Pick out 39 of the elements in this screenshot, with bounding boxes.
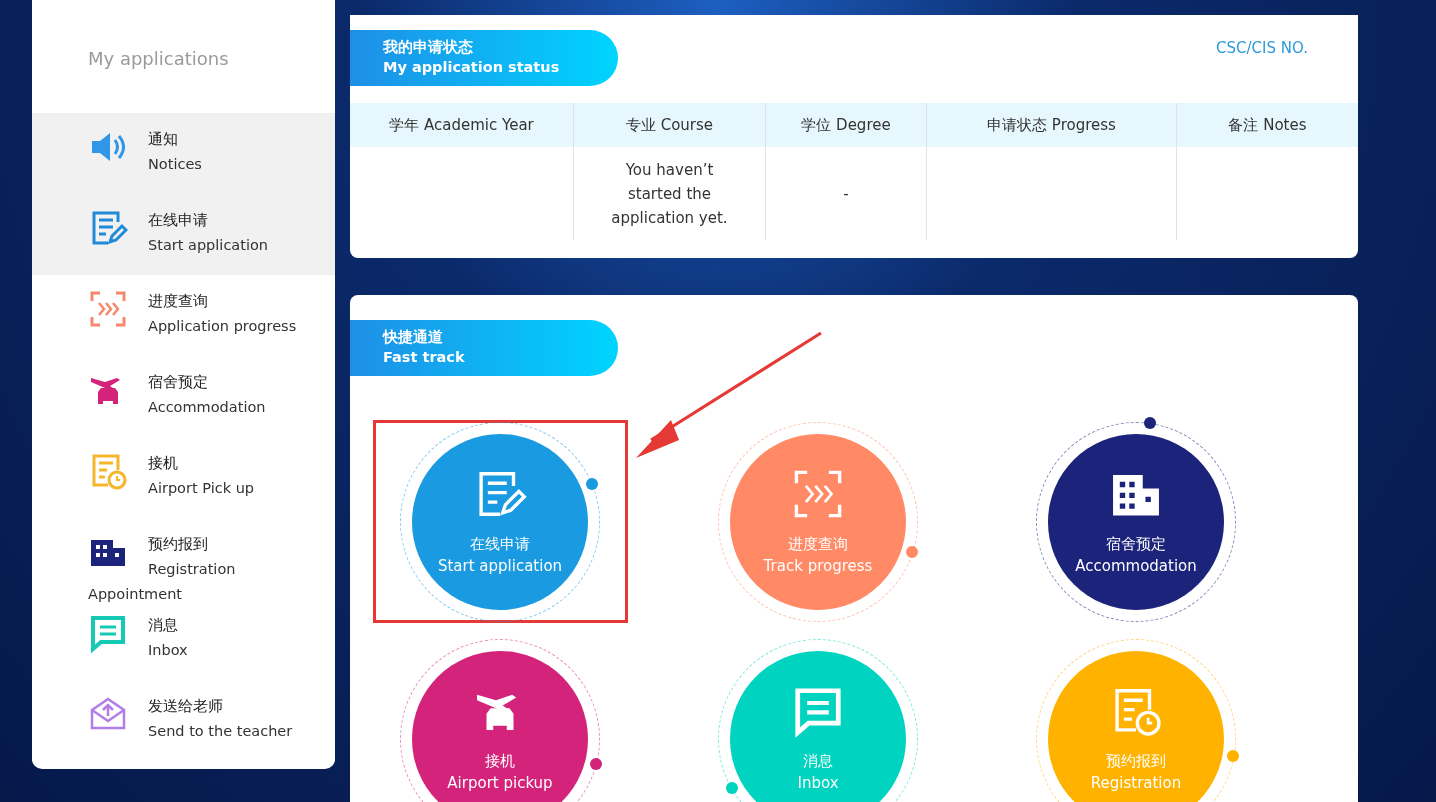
ring-dot	[1143, 417, 1156, 430]
item-label-english: Send to the teacher	[147, 722, 294, 741]
table-header: 申请状态 Progress	[926, 103, 1176, 147]
item-label-chinese: 宿舍预定	[148, 372, 209, 393]
item-label-english: Inbox	[147, 641, 189, 660]
ring-dot	[726, 782, 739, 794]
section-title-english: Fast track	[383, 348, 466, 367]
ring-dot	[585, 478, 598, 491]
sidebar-title: My applications	[87, 47, 230, 71]
item-label-chinese: 消息	[148, 615, 179, 636]
item-label-chinese: 发送给老师	[148, 696, 224, 717]
ring-dot	[906, 546, 919, 559]
item-label-chinese: 通知	[148, 129, 179, 150]
item-label-english: Application progress	[147, 317, 298, 336]
ring-dot	[589, 758, 602, 771]
table-cell-text: -	[843, 183, 849, 205]
ring-dot	[1227, 749, 1240, 762]
sidebar-item[interactable]: 在线申请 Start application	[32, 194, 335, 275]
item-label-chinese: 预约报到	[148, 534, 209, 555]
sidebar-item[interactable]: 通知 Notices	[32, 113, 335, 194]
section-title-english: My application status	[383, 58, 561, 77]
item-label-chinese: 接机	[148, 453, 179, 474]
table-cell-text: You haven’t started the application yet.	[610, 159, 729, 229]
progress-scan-icon	[88, 289, 128, 329]
item-label-english: Notices	[147, 155, 203, 174]
item-label-chinese: 进度查询	[148, 291, 209, 312]
item-label-english: Airport Pick up	[147, 479, 256, 498]
table-header: 专业 Course	[573, 103, 765, 147]
table-header: 学位 Degree	[765, 103, 926, 147]
fast-track-button[interactable]: 宿舍预定 Accommodation	[1048, 433, 1224, 610]
section-title-chinese: 我的申请状态	[383, 38, 474, 57]
item-label-english: Accommodation	[147, 398, 267, 417]
table-header: 备注 Notes	[1176, 103, 1358, 147]
item-label-english: Start application	[147, 236, 269, 255]
fast-track-button[interactable]: 接机 Airport pickup	[412, 650, 588, 802]
message-icon	[88, 613, 128, 653]
item-label-chinese: 在线申请	[148, 210, 209, 231]
table-header: 学年 Academic Year	[350, 103, 573, 147]
section-title-chinese: 快捷通道	[383, 328, 444, 347]
